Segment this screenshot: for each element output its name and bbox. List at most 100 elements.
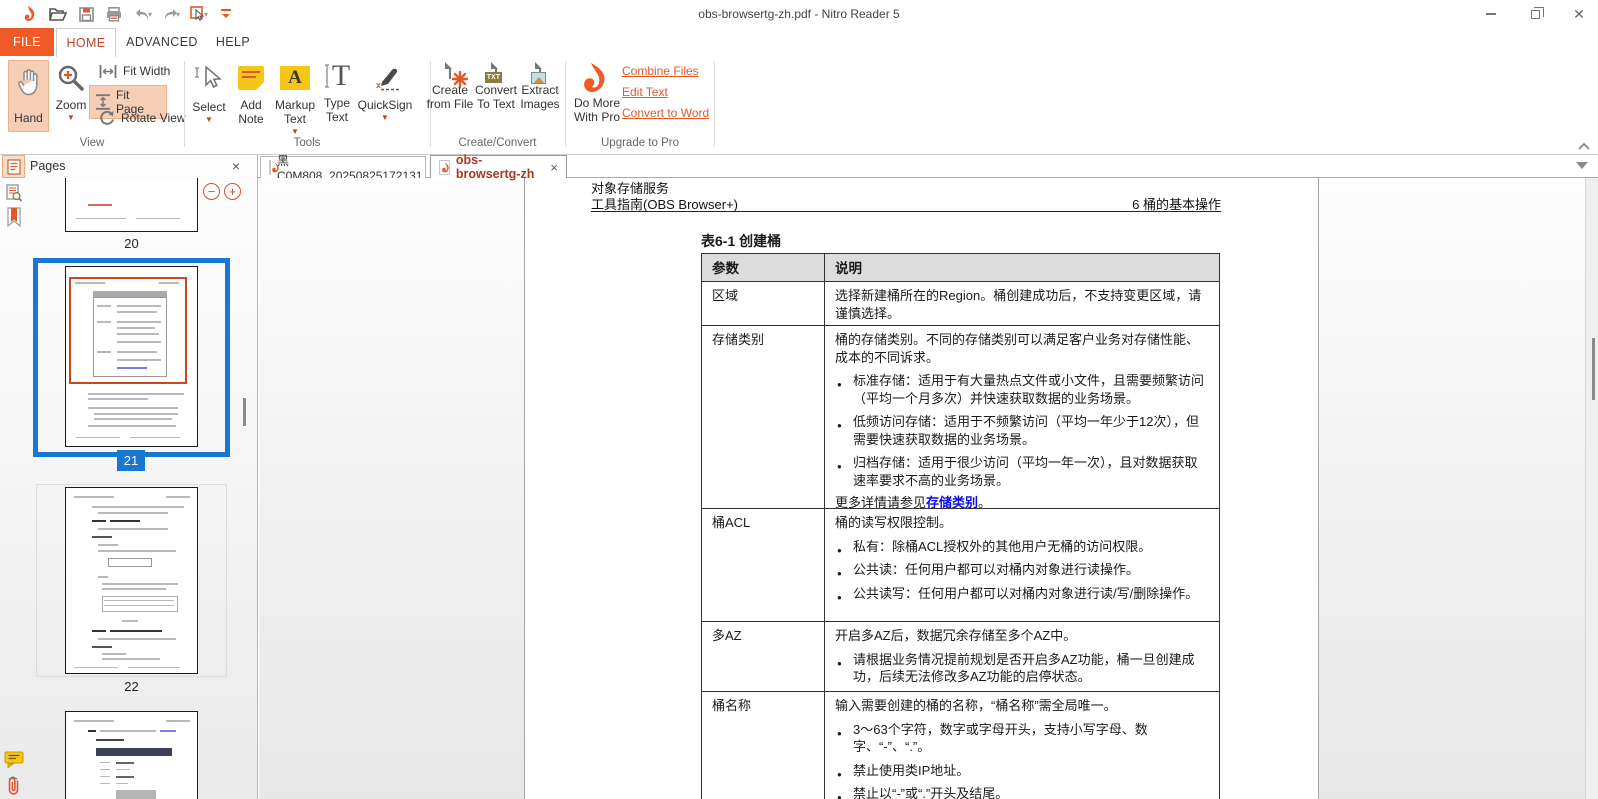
thumbnail-page-sketch [65, 266, 198, 447]
table-body: 区域 选择新建桶所在的Region。桶创建成功后，不支持变更区域，请谨慎选择。存储… [702, 282, 1219, 799]
markup-dropdown-caret[interactable]: ▼ [291, 128, 299, 136]
tab-list-dropdown[interactable] [1576, 162, 1588, 169]
description-intro: 桶的读写权限控制。 [835, 515, 953, 530]
description-cell: 输入需要创建的桶的名称，“桶名称”需全局唯一。 3～63个字符，数字或字母开头，支… [825, 692, 1219, 799]
pages-panel: Pages × − + 20 21 22 [0, 155, 258, 799]
bullet-item: 归档存储：适用于很少访问（平均一年一次），且对数据获取速率要求不高的业务场景。 [835, 454, 1209, 489]
thumbnails-zoom-in-button[interactable]: + [224, 183, 241, 200]
table-row: 桶名称输入需要创建的桶的名称，“桶名称”需全局唯一。 3～63个字符，数字或字母开… [702, 692, 1219, 799]
ribbon: Hand Zoom ▼ Fit Width Fit Page Rotate Vi… [0, 57, 1598, 155]
create-from-file-icon [449, 63, 468, 87]
header-line-1: 对象存储服务 [591, 181, 670, 196]
document-viewport[interactable]: 对象存储服务 工具指南(OBS Browser+) 6 桶的基本操作 表6-1 … [259, 178, 1585, 799]
convert-to-text-icon: TXT [484, 63, 502, 83]
tab-file[interactable]: FILE [0, 28, 54, 56]
bullet-item: 私有：除桶ACL授权外的其他用户无桶的访问权限。 [835, 538, 1209, 559]
pages-panel-scrollbar-thumb[interactable] [243, 398, 246, 426]
bullet-item: 公共读写：任何用户都可以对桶内对象进行读/写/删除操作。 [835, 585, 1209, 606]
page-thumbnail-20[interactable] [65, 178, 198, 232]
document-tab-2-active[interactable]: obs-browsertg-zh × [430, 153, 567, 181]
convert-to-word-link[interactable]: Convert to Word [622, 106, 709, 120]
bullet-item: 标准存储：适用于有大量热点文件或小文件，且需要频繁访问（平均一个月多次）并快速获… [835, 372, 1209, 407]
group-label-upgrade: Upgrade to Pro [601, 137, 679, 149]
document-scrollbar[interactable] [1585, 178, 1598, 799]
quicksign-dropdown-caret[interactable]: ▼ [381, 114, 389, 122]
thumbnails-zoom-out-button[interactable]: − [203, 183, 220, 200]
page-number-label: 22 [124, 679, 139, 694]
param-cell: 桶ACL [702, 509, 825, 621]
bookmarks-icon[interactable] [2, 205, 25, 228]
pro-links: Combine Files Edit Text Convert to Word [622, 64, 709, 120]
header-rule [591, 211, 1221, 212]
collapse-ribbon-button[interactable] [1578, 143, 1590, 150]
table-caption: 表6-1 创建桶 [701, 233, 782, 249]
minimize-button[interactable] [1480, 4, 1502, 24]
select-button[interactable]: Select ▼ [188, 60, 230, 124]
title-bar: ▾ ▾ ▾ obs-browsertg-zh.pdf - Nitro Reade… [0, 0, 1598, 28]
document-tab-1[interactable]: 黑C0M808_20250825172131 [260, 154, 426, 183]
storage-class-link[interactable]: 存储类别 [926, 495, 978, 508]
close-tab-icon[interactable]: × [550, 160, 558, 175]
type-text-button[interactable]: T Type Text [318, 60, 356, 125]
hand-tool-button[interactable]: Hand [8, 60, 49, 132]
edit-text-link[interactable]: Edit Text [622, 85, 709, 99]
table-header-row: 参数 说明 [702, 254, 1219, 282]
description-intro: 输入需要创建的桶的名称，“桶名称”需全局唯一。 [835, 698, 1117, 713]
more-info-line: 更多详情请参见存储类别。 [835, 495, 992, 509]
do-more-with-pro-button[interactable]: Do More With Pro [572, 60, 622, 124]
zoom-dropdown-caret[interactable]: ▼ [67, 114, 75, 122]
tab-advanced[interactable]: ADVANCED [120, 28, 204, 56]
page-thumbnail-21-selected[interactable] [33, 258, 230, 457]
table-row: 多AZ开启多AZ后，数据冗余存储至多个AZ中。请根据业务情况提前规划是否开启多A… [702, 622, 1219, 692]
extract-images-button[interactable]: Extract Images [518, 60, 562, 111]
quicksign-icon: x [368, 66, 402, 92]
description-intro: 桶的存储类别。不同的存储类别可以满足客户业务对存储性能、成本的不同诉求。 [835, 332, 1200, 365]
bullet-item: 低频访问存储：适用于不频繁访问（平均一年少于12次），但需要快速获取数据的业务场… [835, 413, 1209, 448]
fit-width-icon [99, 64, 117, 78]
document-scrollbar-thumb[interactable] [1592, 338, 1595, 400]
pages-panel-icon[interactable] [2, 155, 25, 178]
param-cell: 区域 [702, 282, 825, 325]
pdf-file-icon [439, 159, 450, 175]
attachments-icon[interactable] [2, 774, 25, 797]
tab-home[interactable]: HOME [56, 28, 116, 57]
close-button[interactable]: ✕ [1568, 4, 1590, 24]
rotate-view-icon [99, 110, 115, 126]
quicksign-button[interactable]: x QuickSign ▼ [356, 60, 414, 122]
description-cell: 桶的读写权限控制。私有：除桶ACL授权外的其他用户无桶的访问权限。公共读：任何用… [825, 509, 1219, 621]
markup-text-button[interactable]: A Markup Text ▼ [272, 60, 318, 136]
column-header: 说明 [835, 261, 862, 276]
nitro-reader-window: ▾ ▾ ▾ obs-browsertg-zh.pdf - Nitro Reade… [0, 0, 1598, 799]
nitro-pro-icon [582, 62, 612, 96]
bullet-item: 禁止以“-”或“.”开头及结尾。 [835, 785, 1209, 799]
combine-files-link[interactable]: Combine Files [622, 64, 709, 78]
create-from-file-button[interactable]: Create from File [427, 60, 473, 111]
description-intro: 选择新建桶所在的Region。桶创建成功后，不支持变更区域，请谨慎选择。 [835, 288, 1202, 321]
tab-help[interactable]: HELP [208, 28, 258, 56]
page-thumbnail-23[interactable] [65, 711, 198, 799]
rotate-view-button[interactable]: Rotate View [93, 108, 191, 128]
column-header: 参数 [702, 254, 825, 281]
pages-panel-header: Pages × [0, 155, 258, 178]
window-title: obs-browsertg-zh.pdf - Nitro Reader 5 [698, 7, 900, 21]
hand-icon [16, 67, 42, 97]
add-note-button[interactable]: Add Note [232, 60, 270, 126]
page-number-label: 20 [124, 236, 139, 251]
pages-panel-close-icon[interactable]: × [232, 158, 240, 174]
page-number-label-selected: 21 [117, 450, 145, 471]
fit-width-button[interactable]: Fit Width [93, 62, 176, 80]
zoom-button[interactable]: Zoom ▼ [52, 60, 90, 148]
bullet-item: 公共读：任何用户都可以对桶内对象进行读操作。 [835, 561, 1209, 582]
add-note-icon [238, 66, 264, 90]
window-controls: ✕ [1480, 0, 1590, 28]
restore-button[interactable] [1524, 4, 1546, 24]
page-preview-icon[interactable] [2, 181, 25, 204]
ribbon-tab-bar: FILE HOME ADVANCED HELP [0, 28, 1598, 57]
select-dropdown-caret[interactable]: ▼ [205, 116, 213, 124]
param-cell: 桶名称 [702, 692, 825, 799]
convert-to-text-button[interactable]: TXT Convert To Text [474, 60, 518, 111]
zoom-icon [57, 64, 85, 92]
page-thumbnail-22[interactable] [65, 487, 198, 674]
comments-icon[interactable] [2, 748, 25, 771]
table-row: 区域 选择新建桶所在的Region。桶创建成功后，不支持变更区域，请谨慎选择。 [702, 282, 1219, 326]
